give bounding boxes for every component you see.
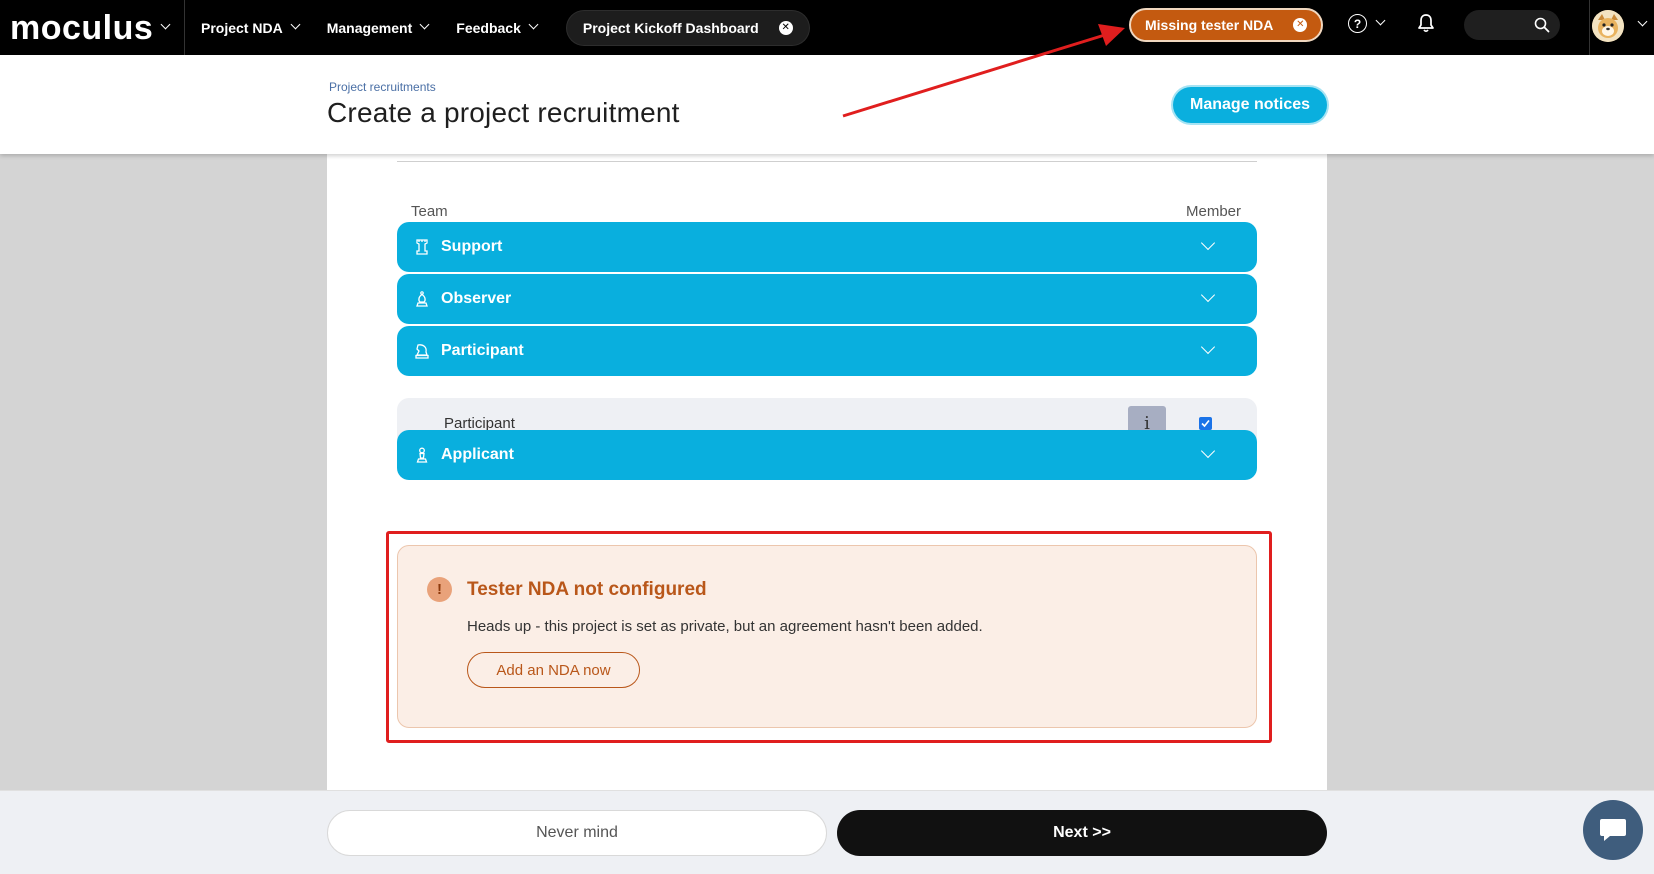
help-menu[interactable]: ?	[1348, 14, 1386, 33]
help-icon: ?	[1348, 14, 1367, 33]
brand-logo-menu[interactable]: moculus	[0, 0, 185, 55]
nav-feedback-label: Feedback	[456, 19, 521, 36]
missing-nda-pill[interactable]: Missing tester NDA ✕	[1129, 8, 1324, 42]
bishop-icon	[414, 291, 430, 307]
team-group-label: Observer	[441, 290, 512, 307]
user-avatar[interactable]	[1592, 10, 1624, 42]
alert-message: Heads up - this project is set as privat…	[467, 618, 983, 635]
close-icon[interactable]: ✕	[778, 20, 793, 35]
recruitment-form: Team Member Support Observer Participant…	[327, 154, 1327, 790]
chevron-down-icon	[1200, 287, 1216, 308]
warning-icon: !	[427, 577, 452, 602]
chevron-down-icon	[290, 19, 301, 30]
avatar-icon	[1592, 10, 1624, 42]
team-group-label: Support	[441, 238, 503, 255]
next-button[interactable]: Next >>	[837, 810, 1327, 856]
chevron-down-icon	[1375, 15, 1386, 26]
nav-management-label: Management	[326, 19, 413, 36]
nav-divider	[1589, 0, 1590, 55]
section-divider	[397, 161, 1257, 162]
nav-project-nda-label: Project NDA	[201, 19, 283, 36]
form-footer: Never mind Next >>	[0, 790, 1654, 874]
team-group-participant[interactable]: Participant	[397, 326, 1257, 376]
notifications-button[interactable]	[1417, 13, 1435, 38]
manage-notices-button[interactable]: Manage notices	[1173, 87, 1327, 123]
nav-project-nda[interactable]: Project NDA	[201, 19, 301, 36]
breadcrumb[interactable]: Project recruitments	[329, 80, 436, 94]
open-tab-label: Project Kickoff Dashboard	[582, 19, 759, 36]
add-nda-button[interactable]: Add an NDA now	[467, 652, 640, 688]
never-mind-button[interactable]: Never mind	[327, 810, 827, 856]
chevron-down-icon	[528, 19, 539, 30]
chevron-down-icon	[1200, 443, 1216, 464]
chat-launcher[interactable]	[1583, 800, 1643, 860]
team-group-label: Participant	[441, 342, 524, 359]
alert-title: Tester NDA not configured	[467, 579, 707, 600]
queen-icon	[414, 343, 430, 359]
nda-warning-alert: ! Tester NDA not configured Heads up - t…	[397, 545, 1257, 728]
team-group-support[interactable]: Support	[397, 222, 1257, 272]
team-group-observer[interactable]: Observer	[397, 274, 1257, 324]
chevron-up-icon	[1200, 339, 1216, 360]
member-checkbox[interactable]	[1199, 417, 1212, 430]
column-header-member: Member	[1185, 203, 1241, 220]
bell-icon	[1418, 14, 1434, 33]
column-header-team: Team	[411, 203, 448, 220]
nav-management[interactable]: Management	[326, 19, 430, 36]
chevron-down-icon	[419, 19, 430, 30]
brand-logo: moculus	[10, 8, 154, 47]
nav-feedback[interactable]: Feedback	[456, 19, 539, 36]
chevron-down-icon	[160, 19, 171, 30]
search-icon	[1534, 17, 1550, 33]
team-group-label: Applicant	[441, 446, 514, 463]
team-group-applicant[interactable]: Applicant	[397, 430, 1257, 480]
pawn-icon	[414, 447, 430, 463]
search-box[interactable]	[1464, 10, 1560, 40]
page-header: Project recruitments Create a project re…	[0, 55, 1654, 154]
missing-nda-label: Missing tester NDA	[1145, 17, 1274, 33]
chat-bubble-icon	[1600, 819, 1626, 841]
close-icon[interactable]: ✕	[1293, 18, 1308, 32]
chevron-down-icon	[1200, 235, 1216, 256]
open-tab-pill[interactable]: Project Kickoff Dashboard ✕	[566, 10, 809, 45]
page-title: Create a project recruitment	[327, 97, 680, 128]
tower-icon	[414, 239, 430, 255]
top-navbar: moculus Project NDA Management Feedback …	[0, 0, 1654, 55]
